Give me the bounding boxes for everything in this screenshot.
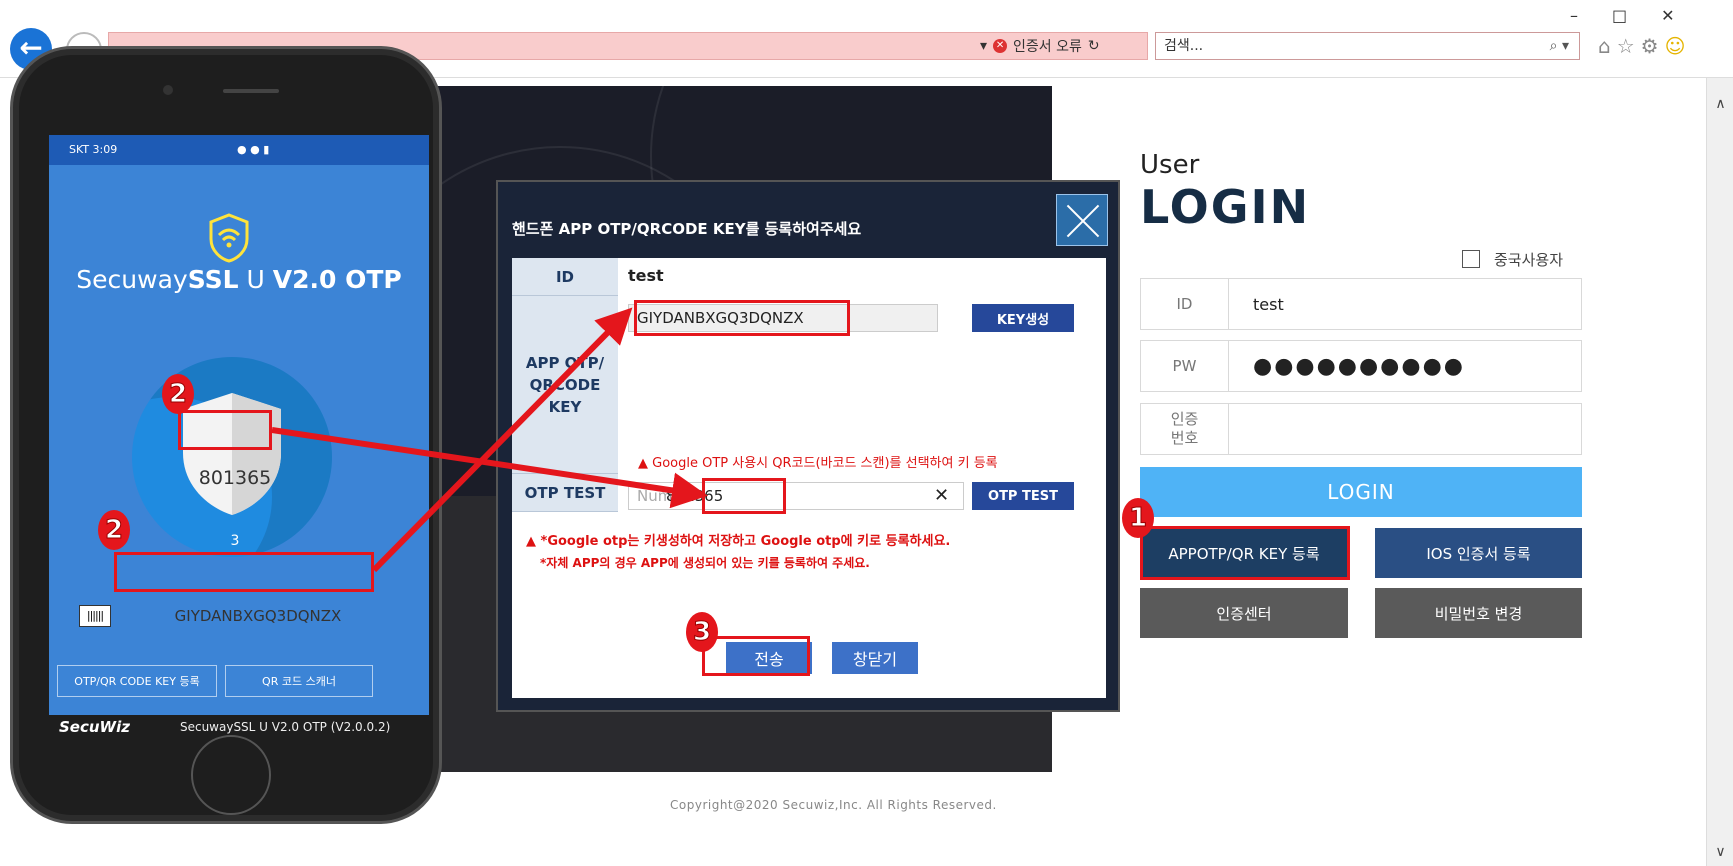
secuwiz-logo: SecuWiz xyxy=(59,718,130,736)
key-generate-button[interactable]: KEY생성 xyxy=(972,304,1074,332)
otp-code: 801365 xyxy=(198,467,272,489)
app-name: SecuwaySSL U V2.0 OTP xyxy=(49,265,429,294)
auth-number-label: 인증 번호 xyxy=(1141,404,1229,454)
auth-number-field[interactable]: 인증 번호 xyxy=(1140,403,1582,455)
instruction-note: ▲ *Google otp는 키생성하여 저장하고 Google otp에 키로… xyxy=(526,530,950,549)
instruction-note-text: *Google otp는 키생성하여 저장하고 Google otp에 키로 등… xyxy=(540,534,951,549)
google-otp-note-text: Google OTP 사용시 QR코드(바코드 스캔)를 선택하여 키 등록 xyxy=(652,456,998,471)
step-3-marker: 3 xyxy=(686,612,718,652)
certificate-error[interactable]: ▾ ✕ 인증서 오류 ↻ xyxy=(980,36,1100,56)
highlight-box xyxy=(702,478,786,514)
home-button xyxy=(191,735,271,815)
app-name-part: Secuway xyxy=(76,265,188,294)
scroll-up-icon[interactable]: ∧ xyxy=(1707,96,1733,112)
close-icon[interactable]: ✕ xyxy=(1661,6,1708,25)
google-otp-note: ▲ Google OTP 사용시 QR코드(바코드 스캔)를 선택하여 키 등록 xyxy=(638,452,998,471)
qr-scanner-button[interactable]: QR 코드 스캐너 xyxy=(225,665,373,697)
error-icon: ✕ xyxy=(993,39,1008,53)
modal-id-label: ID xyxy=(512,258,618,296)
maximize-icon[interactable]: □ xyxy=(1612,6,1661,25)
step-2-marker: 2 xyxy=(98,510,130,550)
user-label: User xyxy=(1140,150,1200,180)
modal-id-value: test xyxy=(628,266,664,285)
highlight-box xyxy=(702,636,810,676)
step-1-marker: 1 xyxy=(1122,498,1154,538)
scrollbar[interactable]: ∧ ∨ xyxy=(1706,78,1733,866)
close-icon[interactable] xyxy=(1056,194,1108,246)
gear-icon[interactable]: ⚙ xyxy=(1641,34,1665,58)
pw-label: PW xyxy=(1141,341,1229,391)
change-password-button[interactable]: 비밀번호 변경 xyxy=(1375,588,1582,638)
otp-key-register-button[interactable]: OTP/QR CODE KEY 등록 xyxy=(57,665,217,697)
camera-icon xyxy=(163,85,173,95)
warning-icon: ▲ xyxy=(526,534,536,549)
dropdown-arrow-icon[interactable]: ▾ xyxy=(980,38,987,54)
wifi-shield-icon xyxy=(209,213,249,263)
search-input[interactable]: 검색... ⌕ ▾ xyxy=(1155,32,1580,60)
app-name-part: U xyxy=(238,265,273,294)
modal-key-label: APP OTP/ QRCODE KEY xyxy=(512,296,618,474)
auth-center-button[interactable]: 인증센터 xyxy=(1140,588,1348,638)
modal-title: 핸드폰 APP OTP/QRCODE KEY를 등록하여주세요 xyxy=(512,220,862,238)
status-time: SKT 3:09 xyxy=(69,143,118,156)
home-icon[interactable]: ⌂ xyxy=(1598,34,1617,58)
otp-key-modal: 핸드폰 APP OTP/QRCODE KEY를 등록하여주세요 ID APP O… xyxy=(496,180,1120,712)
highlight-box xyxy=(178,410,272,450)
search-icon[interactable]: ⌕ ▾ xyxy=(1550,33,1569,59)
warning-icon: ▲ xyxy=(638,456,648,471)
instruction-note-2: *자체 APP의 경우 APP에 생성되어 있는 키를 등록하여 주세요. xyxy=(540,556,870,570)
cert-error-label[interactable]: 인증서 오류 xyxy=(1013,36,1082,56)
highlight-box xyxy=(114,552,374,592)
highlight-box xyxy=(634,300,850,336)
refresh-icon[interactable]: ↻ xyxy=(1088,38,1100,54)
minimize-icon[interactable]: – xyxy=(1570,6,1612,25)
login-button[interactable]: LOGIN xyxy=(1140,467,1582,517)
close-window-button[interactable]: 창닫기 xyxy=(832,642,918,674)
password-value[interactable]: ●●●●●●●●●● xyxy=(1253,341,1465,391)
otp-test-button[interactable]: OTP TEST xyxy=(972,482,1074,510)
id-field[interactable]: ID test xyxy=(1140,278,1582,330)
app-name-part: SSL xyxy=(187,265,239,294)
app-name-part: V2.0 OTP xyxy=(272,265,402,294)
status-icons: ● ● ▮ xyxy=(237,143,270,156)
id-value[interactable]: test xyxy=(1253,279,1284,329)
copyright-text: Copyright@2020 Secuwiz,Inc. All Rights R… xyxy=(670,798,997,812)
browser-icons: ⌂☆⚙☺ xyxy=(1598,34,1691,58)
secret-key: GIYDANBXGQ3DQNZX xyxy=(174,607,342,625)
highlight-box xyxy=(1140,526,1350,580)
ios-cert-button[interactable]: IOS 인증서 등록 xyxy=(1375,528,1582,578)
china-user-label: 중국사용자 xyxy=(1494,251,1564,269)
window-controls: –□✕ xyxy=(1570,6,1709,25)
clear-icon[interactable]: ✕ xyxy=(934,482,949,510)
barcode-icon[interactable]: |||||| xyxy=(79,605,111,627)
modal-otp-test-label: OTP TEST xyxy=(512,474,618,512)
speaker-icon xyxy=(223,89,279,93)
step-2-marker: 2 xyxy=(162,374,194,414)
search-placeholder: 검색... xyxy=(1164,38,1204,54)
password-field[interactable]: PW ●●●●●●●●●● xyxy=(1140,340,1582,392)
id-label: ID xyxy=(1141,279,1229,329)
scroll-down-icon[interactable]: ∨ xyxy=(1707,844,1733,860)
smiley-icon[interactable]: ☺ xyxy=(1665,34,1692,58)
app-version: SecuwaySSL U V2.0 OTP (V2.0.0.2) xyxy=(179,720,391,734)
login-title: LOGIN xyxy=(1140,180,1311,234)
otp-counter: 3 xyxy=(230,533,240,549)
shield-icon xyxy=(183,393,281,515)
china-user-checkbox[interactable] xyxy=(1462,250,1480,268)
star-icon[interactable]: ☆ xyxy=(1617,34,1641,58)
